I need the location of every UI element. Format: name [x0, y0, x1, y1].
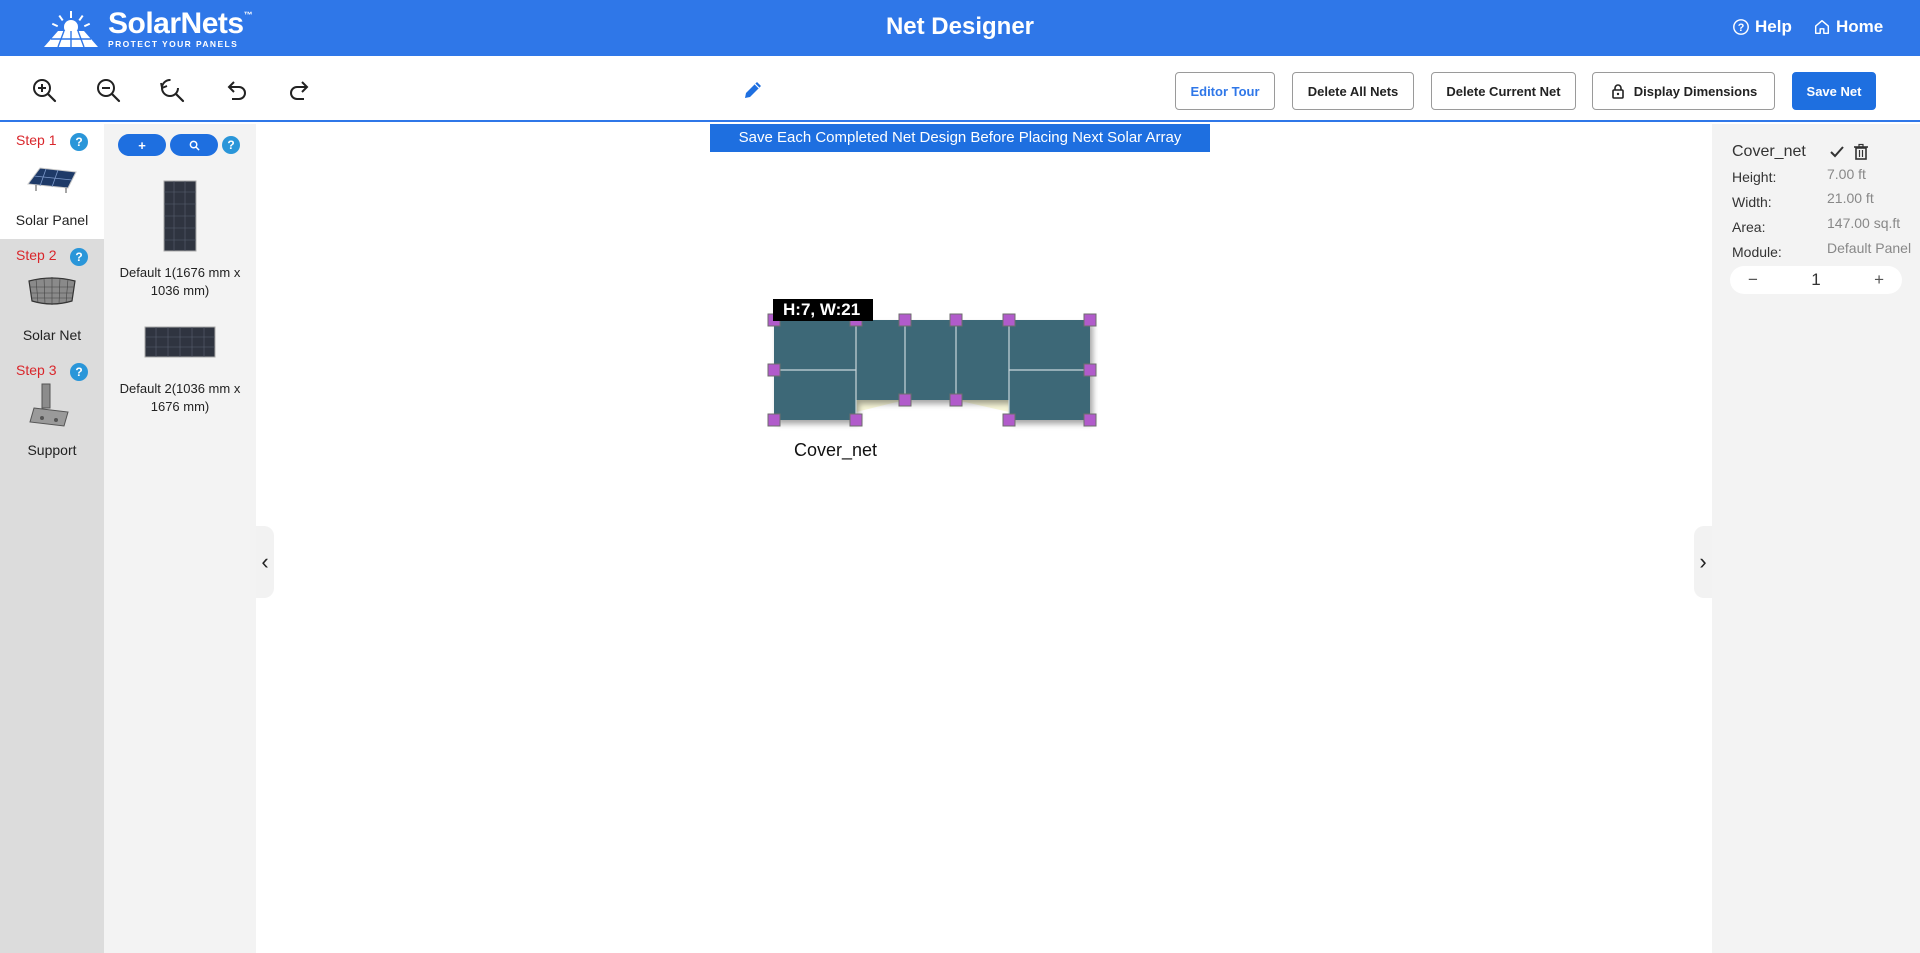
resize-handle[interactable]	[849, 413, 863, 427]
undo-button[interactable]	[222, 76, 250, 104]
step-label: Step 2	[16, 247, 57, 263]
sun-icon	[44, 11, 98, 48]
module-name: Default 1(1676 mm x 1036 mm)	[119, 265, 241, 298]
pencil-icon	[745, 82, 761, 98]
resize-handle[interactable]	[898, 393, 912, 407]
resize-handle[interactable]	[898, 313, 912, 327]
editor-tour-button[interactable]: Editor Tour	[1175, 72, 1275, 110]
module-item-default-2[interactable]: Default 2(1036 mm x 1676 mm)	[104, 326, 256, 416]
step-support[interactable]: Step 3 ? Support	[0, 354, 104, 469]
landscape-panel-icon	[144, 326, 216, 358]
step-help-button[interactable]: ?	[70, 248, 88, 266]
portrait-panel-icon	[163, 180, 197, 252]
help-label: Help	[1755, 17, 1792, 36]
solar-net-icon	[28, 277, 76, 305]
quantity-stepper: − 1 +	[1730, 266, 1902, 294]
steps-rail: Step 1 ? Solar Panel Step 2 ? Solar Net …	[0, 124, 104, 953]
resize-handle[interactable]	[1002, 313, 1016, 327]
area-label: Area:	[1732, 219, 1766, 235]
step-label: Step 1	[16, 132, 57, 148]
step-name: Solar Net	[22, 327, 82, 343]
resize-handle[interactable]	[767, 363, 781, 377]
svg-text:?: ?	[1738, 22, 1745, 34]
zoom-in-button[interactable]	[30, 76, 58, 104]
solar-panel-icon	[27, 167, 77, 193]
home-label: Home	[1836, 17, 1884, 36]
display-dimensions-label: Display Dimensions	[1633, 83, 1758, 99]
search-module-button[interactable]	[170, 134, 218, 156]
help-link[interactable]: ? Help	[1732, 17, 1792, 37]
height-value: 7.00 ft	[1827, 166, 1866, 182]
home-link[interactable]: Home	[1813, 17, 1883, 37]
module-item-default-1[interactable]: Default 1(1676 mm x 1036 mm)	[104, 180, 256, 300]
redo-button[interactable]	[286, 76, 314, 104]
net-shape[interactable]	[766, 296, 1102, 464]
step-name: Solar Panel	[15, 212, 89, 228]
net-properties-panel: Cover_net Height: 7.00 ft Width: 21.00 f…	[1712, 124, 1920, 953]
add-module-button[interactable]: +	[118, 134, 166, 156]
zoom-out-icon	[97, 79, 121, 103]
quantity-value: 1	[1811, 270, 1821, 289]
delete-all-nets-button[interactable]: Delete All Nets	[1292, 72, 1414, 110]
width-value: 21.00 ft	[1827, 190, 1874, 206]
search-icon	[189, 140, 200, 151]
module-label: Module:	[1732, 244, 1782, 260]
resize-handle[interactable]	[949, 313, 963, 327]
module-value: Default Panel	[1827, 240, 1912, 256]
resize-handle[interactable]	[1002, 413, 1016, 427]
step-name: Support	[27, 442, 77, 458]
decrement-button[interactable]: −	[1748, 270, 1758, 290]
height-label: Height:	[1732, 169, 1777, 185]
edit-button[interactable]	[739, 76, 767, 104]
lock-icon	[1611, 84, 1624, 99]
toolbar: Editor Tour Delete All Nets Delete Curre…	[0, 56, 1920, 122]
help-circle-icon: ?	[1733, 19, 1749, 35]
step-solar-panel[interactable]: Step 1 ? Solar Panel	[0, 124, 104, 239]
redo-icon	[290, 81, 309, 100]
area-value: 147.00 sq.ft	[1827, 215, 1901, 231]
undo-icon	[227, 81, 246, 100]
resize-handle[interactable]	[1083, 313, 1097, 327]
brand-tagline: PROTECT YOUR PANELS	[108, 39, 239, 50]
delete-current-net-button[interactable]: Delete Current Net	[1431, 72, 1576, 110]
design-canvas[interactable]	[256, 124, 1712, 953]
check-icon[interactable]	[1828, 143, 1846, 161]
page-title: Net Designer	[885, 13, 1035, 40]
trademark: ™	[243, 10, 253, 21]
net-name-title: Cover_net	[1732, 143, 1806, 160]
increment-button[interactable]: +	[1874, 270, 1884, 290]
brand-name: SolarNets	[108, 7, 244, 41]
resize-handle[interactable]	[767, 413, 781, 427]
support-bracket-icon	[29, 383, 69, 427]
module-panel: + ? Default 1(1676 mm x 1036 mm) Default…	[104, 124, 256, 953]
step-solar-net[interactable]: Step 2 ? Solar Net	[0, 239, 104, 354]
module-help-button[interactable]: ?	[222, 136, 240, 154]
step-help-button[interactable]: ?	[70, 133, 88, 151]
step-help-button[interactable]: ?	[70, 363, 88, 381]
width-label: Width:	[1732, 194, 1772, 210]
zoom-reset-button[interactable]	[158, 76, 186, 104]
collapse-right-button[interactable]: ›	[1694, 526, 1712, 598]
display-dimensions-button[interactable]: Display Dimensions	[1592, 72, 1775, 110]
step-label: Step 3	[16, 362, 57, 378]
trash-icon[interactable]	[1852, 143, 1870, 161]
save-notice-banner: Save Each Completed Net Design Before Pl…	[710, 124, 1210, 152]
resize-handle[interactable]	[1083, 363, 1097, 377]
collapse-left-button[interactable]: ‹	[256, 526, 274, 598]
net-dimension-label: H:7, W:21	[773, 299, 873, 321]
net-name-label: Cover_net	[794, 440, 878, 460]
resize-handle[interactable]	[949, 393, 963, 407]
zoom-reset-icon	[160, 79, 185, 103]
save-net-button[interactable]: Save Net	[1792, 72, 1876, 110]
resize-handle[interactable]	[1083, 413, 1097, 427]
module-name: Default 2(1036 mm x 1676 mm)	[119, 381, 241, 414]
app-header: SolarNets™ PROTECT YOUR PANELS Net Desig…	[0, 0, 1920, 56]
brand-logo[interactable]: SolarNets™ PROTECT YOUR PANELS	[38, 7, 253, 50]
zoom-in-icon	[33, 79, 57, 103]
home-icon	[1814, 19, 1830, 35]
zoom-out-button[interactable]	[94, 76, 122, 104]
